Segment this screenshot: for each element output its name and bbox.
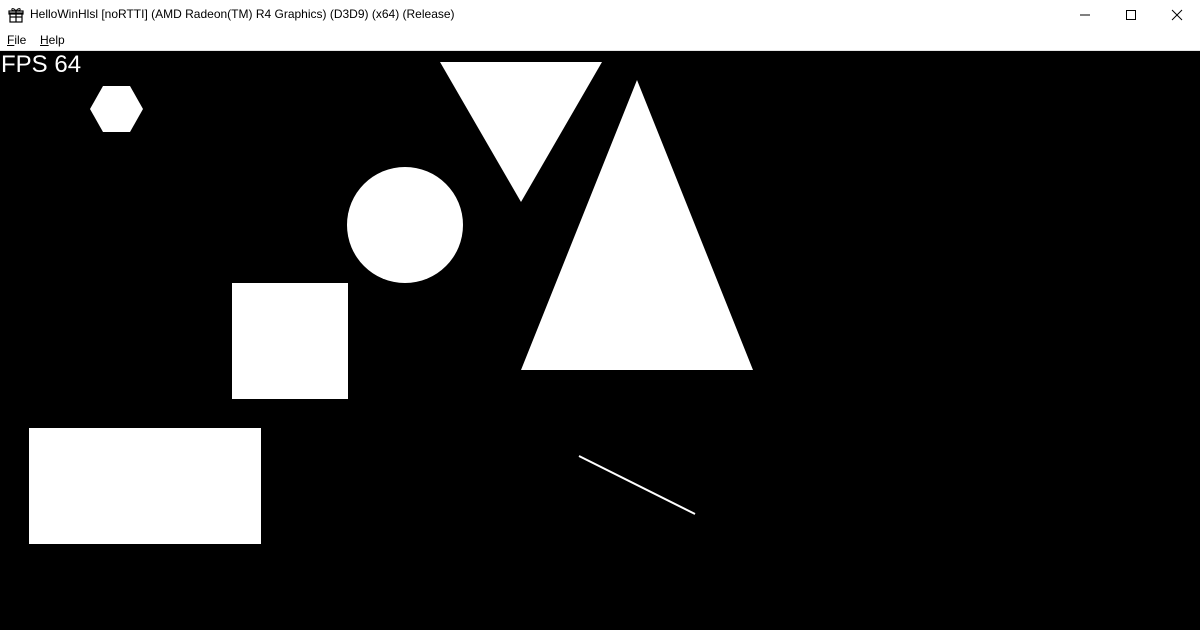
line-shape — [578, 455, 696, 515]
menu-help[interactable]: Help — [40, 33, 65, 47]
menu-file-label: ile — [14, 33, 27, 47]
menu-bar: File Help — [0, 30, 1200, 50]
maximize-icon — [1126, 10, 1136, 20]
menu-file[interactable]: File — [7, 33, 26, 47]
window-title: HelloWinHlsl [noRTTI] (AMD Radeon(TM) R4… — [30, 7, 455, 21]
inverted-triangle-shape — [440, 62, 602, 202]
rendered-scene — [29, 62, 753, 544]
fps-counter: FPS 64 — [1, 51, 82, 78]
close-button[interactable] — [1154, 0, 1200, 30]
hexagon-shape — [90, 86, 143, 132]
application-window: HelloWinHlsl [noRTTI] (AMD Radeon(TM) R4… — [0, 0, 1200, 630]
circle-shape — [347, 167, 463, 283]
menu-help-accelerator: H — [40, 33, 49, 47]
menu-help-label: elp — [48, 33, 65, 47]
maximize-button[interactable] — [1108, 0, 1154, 30]
gift-box-icon — [8, 8, 24, 23]
rectangle-shape — [29, 428, 261, 544]
square-shape — [232, 283, 348, 399]
render-viewport[interactable]: FPS 64 — [0, 51, 1200, 630]
title-bar[interactable]: HelloWinHlsl [noRTTI] (AMD Radeon(TM) R4… — [0, 0, 1200, 30]
minimize-icon — [1080, 14, 1090, 16]
close-icon — [1171, 9, 1183, 21]
minimize-button[interactable] — [1062, 0, 1108, 30]
